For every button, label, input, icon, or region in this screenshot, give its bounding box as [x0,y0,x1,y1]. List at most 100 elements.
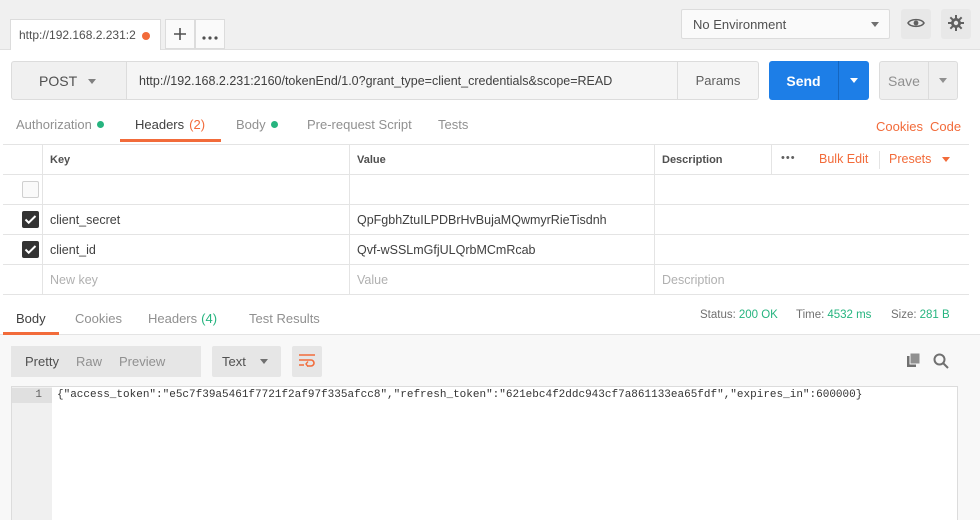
save-button[interactable]: Save [879,61,929,100]
cookies-link[interactable]: Cookies [876,119,923,134]
status-dot-icon [96,121,104,128]
tab-bar: http://192.168.2.231:2 No Environment [0,0,980,50]
table-header-row: Key Value Description ••• Bulk Edit Pres… [3,145,969,175]
value-cell[interactable]: Qvf-wSSLmGfjULQrbMCmRcab [349,235,654,265]
chevron-down-icon [871,22,879,27]
key-cell[interactable]: client_secret [42,205,349,235]
description-cell[interactable] [654,175,969,205]
send-button[interactable]: Send [769,61,838,100]
divider [0,334,980,335]
response-tab-headers-label: Headers [148,311,198,326]
checkmark-icon [24,245,37,255]
description-cell[interactable] [654,235,969,265]
presets-label: Presets [889,152,932,166]
format-select[interactable]: Text [212,346,281,377]
gear-icon [948,14,964,34]
search-icon[interactable] [933,353,949,372]
checkmark-icon [24,215,37,225]
environment-label: No Environment [693,16,787,32]
column-description-label: Description [662,154,723,166]
new-row: New key Value Description [3,265,969,295]
tab-headers-count: (2) [189,117,206,132]
view-raw-button[interactable]: Raw [76,354,102,369]
tab-headers[interactable]: Headers (2) [135,117,205,132]
more-options-button[interactable]: ••• [781,152,796,164]
active-tab-indicator [120,139,221,142]
key-cell[interactable] [42,175,349,205]
request-tab[interactable]: http://192.168.2.231:2 [10,19,161,50]
tab-options-button[interactable] [195,19,225,49]
new-tab-button[interactable] [165,19,195,49]
tab-body[interactable]: Body [236,117,278,132]
time-value: 4532 ms [827,309,872,321]
presets-dropdown[interactable]: Presets [889,152,950,166]
request-tab-title: http://192.168.2.231:2 [19,28,136,42]
description-cell[interactable] [654,205,969,235]
status-value: 200 OK [738,309,778,321]
status-label: Status: [700,309,736,321]
tab-prerequest-label: Pre-request Script [307,117,412,132]
new-description-input[interactable]: Description [654,265,969,295]
headers-table: Key Value Description ••• Bulk Edit Pres… [3,144,969,295]
chevron-down-icon [88,79,96,84]
table-row: client_id Qvf-wSSLmGfjULQrbMCmRcab [3,235,969,265]
chevron-down-icon [850,78,858,83]
size-readout: Size: 281 B [891,309,950,321]
status-readout: Status: 200 OK [700,309,778,321]
url-input[interactable] [127,61,678,100]
size-value: 281 B [919,309,950,321]
time-readout: Time: 4532 ms [796,309,871,321]
chevron-down-icon [939,78,947,83]
value-cell[interactable]: QpFgbhZtuILPDBrHvBujaMQwmyrRieTisdnh [349,205,654,235]
table-row [3,175,969,205]
method-select[interactable]: POST [11,61,127,100]
method-label: POST [39,72,78,89]
copy-icon[interactable] [906,352,921,371]
response-tab-cookies[interactable]: Cookies [75,311,122,326]
save-options-button[interactable] [928,61,958,100]
chevron-down-icon [260,359,268,364]
response-tab-headers-count: (4) [201,311,218,326]
table-row: client_secret QpFgbhZtuILPDBrHvBujaMQwmy… [3,205,969,235]
tab-tests[interactable]: Tests [438,117,468,132]
response-body-editor[interactable]: 1 {"access_token":"e5c7f39a5461f7721f2af… [11,386,958,520]
environment-settings-button[interactable] [941,9,971,39]
new-value-input[interactable]: Value [349,265,654,295]
format-label: Text [222,354,246,369]
line-number: 1 [12,388,52,403]
bulk-edit-link[interactable]: Bulk Edit [819,152,868,166]
row-checkbox[interactable] [22,211,39,228]
params-button[interactable]: Params [677,61,759,100]
view-pretty-button[interactable]: Pretty [25,354,59,369]
response-tab-test-results[interactable]: Test Results [249,311,320,326]
row-checkbox[interactable] [22,181,39,198]
column-value-header: Value [349,145,654,175]
header-divider [771,145,772,175]
column-key-header: Key [42,145,349,175]
key-cell[interactable]: client_id [42,235,349,265]
environment-select[interactable]: No Environment [681,9,890,39]
response-tab-body[interactable]: Body [16,311,46,326]
active-tab-indicator [3,332,59,335]
tab-prerequest-script[interactable]: Pre-request Script [307,117,412,132]
view-preview-button[interactable]: Preview [119,354,165,369]
tab-tests-label: Tests [438,117,469,132]
wrap-lines-button[interactable] [292,346,322,377]
view-mode-group: Pretty Raw Preview [11,346,201,377]
time-label: Time: [796,309,825,321]
eye-icon [907,17,925,32]
row-checkbox[interactable] [22,241,39,258]
send-options-button[interactable] [838,61,869,100]
wrap-icon [298,353,316,370]
environment-quick-look-button[interactable] [901,9,931,39]
code-link[interactable]: Code [930,119,961,134]
tab-body-label: Body [236,117,266,132]
response-tab-headers[interactable]: Headers (4) [148,311,217,326]
more-dots-icon [202,24,218,45]
response-body-text[interactable]: {"access_token":"e5c7f39a5461f7721f2af97… [57,388,862,403]
tab-authorization-label: Authorization [16,117,92,132]
tab-authorization[interactable]: Authorization [16,117,104,132]
value-cell[interactable] [349,175,654,205]
tab-headers-label: Headers [135,117,185,132]
new-key-input[interactable]: New key [42,265,349,295]
